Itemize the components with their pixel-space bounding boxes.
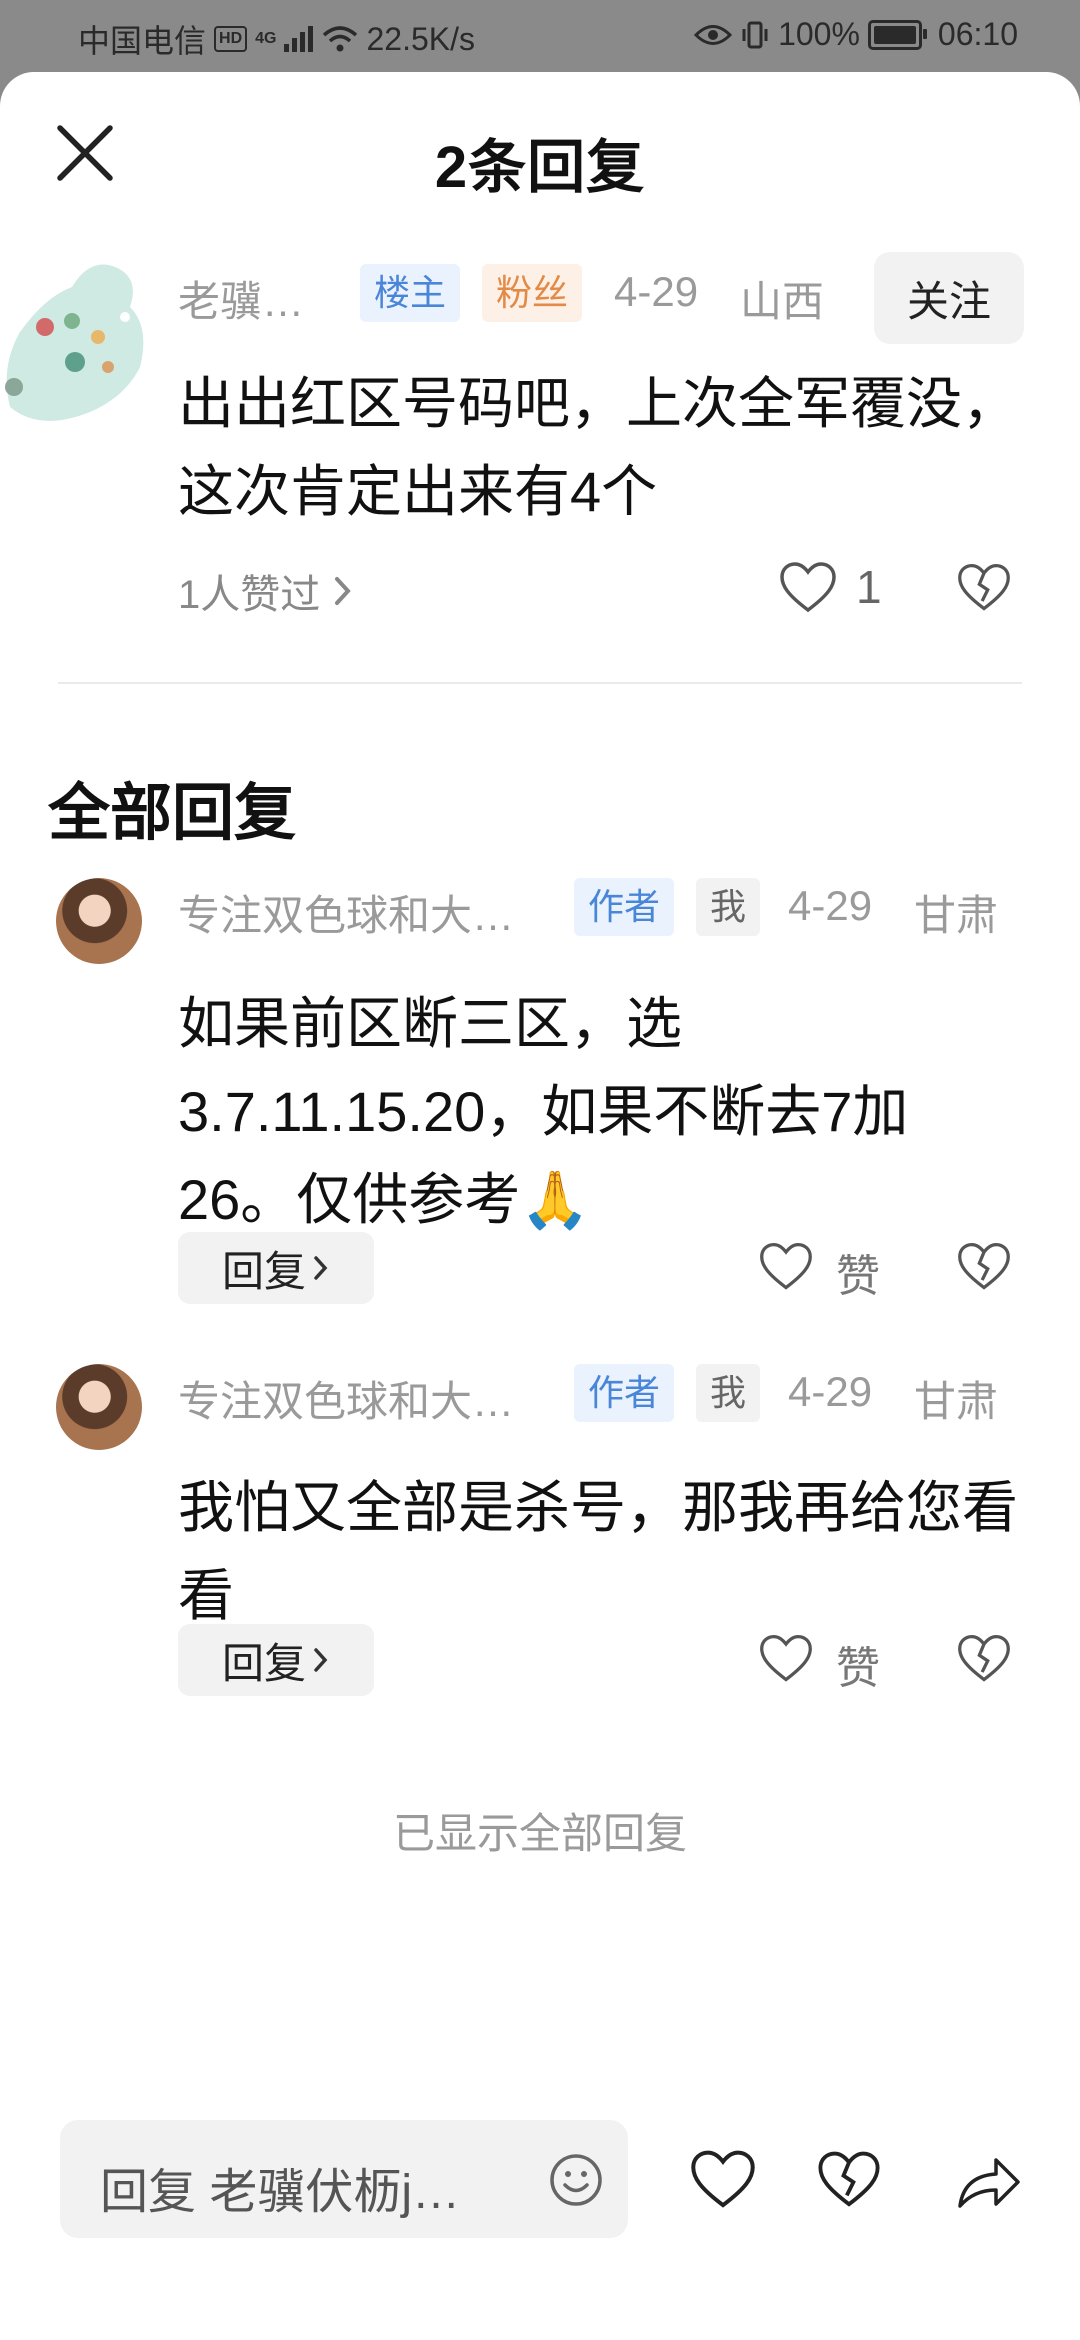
like-icon[interactable] — [758, 1240, 814, 1294]
reply-region: 甘肃 — [914, 1378, 999, 1425]
signal-icon — [284, 26, 314, 52]
avatar[interactable] — [0, 217, 160, 447]
follow-button[interactable]: 关注 — [874, 252, 1024, 344]
comment-content: 出出红区号码吧，上次全军覆没，这次肯定出来有4个 — [178, 372, 1018, 523]
like-count: 1 — [856, 561, 882, 613]
emoji-icon[interactable] — [548, 2152, 604, 2208]
username[interactable]: 老骥… — [178, 268, 304, 329]
reply-input[interactable]: 回复 老骥伏枥j… — [60, 2120, 628, 2238]
dislike-icon[interactable] — [956, 560, 1012, 616]
comment-region: 山西 — [740, 278, 825, 325]
network-type: 4G — [255, 30, 277, 47]
reply-content: 我怕又全部是杀号，那我再给您看看 — [178, 1476, 1018, 1627]
vibrate-icon — [742, 21, 768, 48]
clock: 06:10 — [937, 16, 1018, 52]
avatar[interactable] — [56, 1364, 142, 1450]
like-icon[interactable] — [778, 560, 838, 616]
like-icon[interactable] — [688, 2148, 758, 2212]
hd-badge: HD — [214, 26, 248, 52]
reply-date: 4-29 — [788, 1368, 873, 1415]
liked-by-link[interactable]: 1人赞过 — [178, 562, 354, 620]
wifi-icon — [323, 26, 358, 52]
username[interactable]: 专注双色球和大… — [178, 1368, 514, 1429]
reply-button-label: 回复 — [221, 1247, 306, 1295]
share-icon[interactable] — [952, 2148, 1024, 2212]
like-label[interactable]: 赞 — [836, 1240, 880, 1304]
avatar[interactable] — [56, 878, 142, 964]
eye-icon — [694, 24, 733, 45]
replies-sheet: 2条回复 老骥… 楼主 粉丝 4-29 山西 关注 出出红区号码吧，上次全军覆没… — [0, 72, 1080, 2340]
reply-input-placeholder: 回复 老骥伏枥j… — [100, 2166, 461, 2219]
dislike-icon[interactable] — [956, 1240, 1012, 1294]
reply-button-label: 回复 — [221, 1639, 306, 1687]
fan-badge: 粉丝 — [482, 264, 583, 322]
divider — [58, 682, 1022, 684]
chevron-right-icon — [335, 577, 351, 605]
like-icon[interactable] — [758, 1632, 814, 1686]
reply-content: 如果前区断三区，选3.7.11.15.20，如果不断去7加26。仅供参考🙏 — [178, 992, 909, 1231]
chevron-right-icon — [314, 1256, 328, 1280]
section-title: 全部回复 — [48, 779, 297, 848]
like-label[interactable]: 赞 — [836, 1632, 880, 1696]
status-bar: 中国电信 HD 4G 22.5K/s 100% 06:10 — [0, 0, 1080, 72]
all-replies-shown-note: 已显示全部回复 — [392, 1810, 687, 1857]
dislike-icon[interactable] — [816, 2148, 882, 2212]
page-title: 2条回复 — [434, 135, 646, 200]
network-speed: 22.5K/s — [366, 20, 475, 57]
battery-percent: 100% — [778, 16, 860, 52]
reply-button[interactable]: 回复 — [178, 1624, 374, 1696]
reply-button[interactable]: 回复 — [178, 1232, 374, 1304]
liked-by-label: 1人赞过 — [178, 573, 321, 617]
username[interactable]: 专注双色球和大… — [178, 882, 514, 943]
owner-badge: 楼主 — [360, 264, 461, 322]
chevron-right-icon — [314, 1648, 328, 1672]
battery-icon — [867, 19, 927, 50]
me-badge: 我 — [696, 878, 761, 936]
dislike-icon[interactable] — [956, 1632, 1012, 1686]
reply-date: 4-29 — [788, 882, 873, 929]
author-badge: 作者 — [574, 1364, 675, 1422]
author-badge: 作者 — [574, 878, 675, 936]
me-badge: 我 — [696, 1364, 761, 1422]
carrier-label: 中国电信 — [78, 23, 207, 59]
comment-date: 4-29 — [614, 268, 699, 315]
reply-region: 甘肃 — [914, 892, 999, 939]
